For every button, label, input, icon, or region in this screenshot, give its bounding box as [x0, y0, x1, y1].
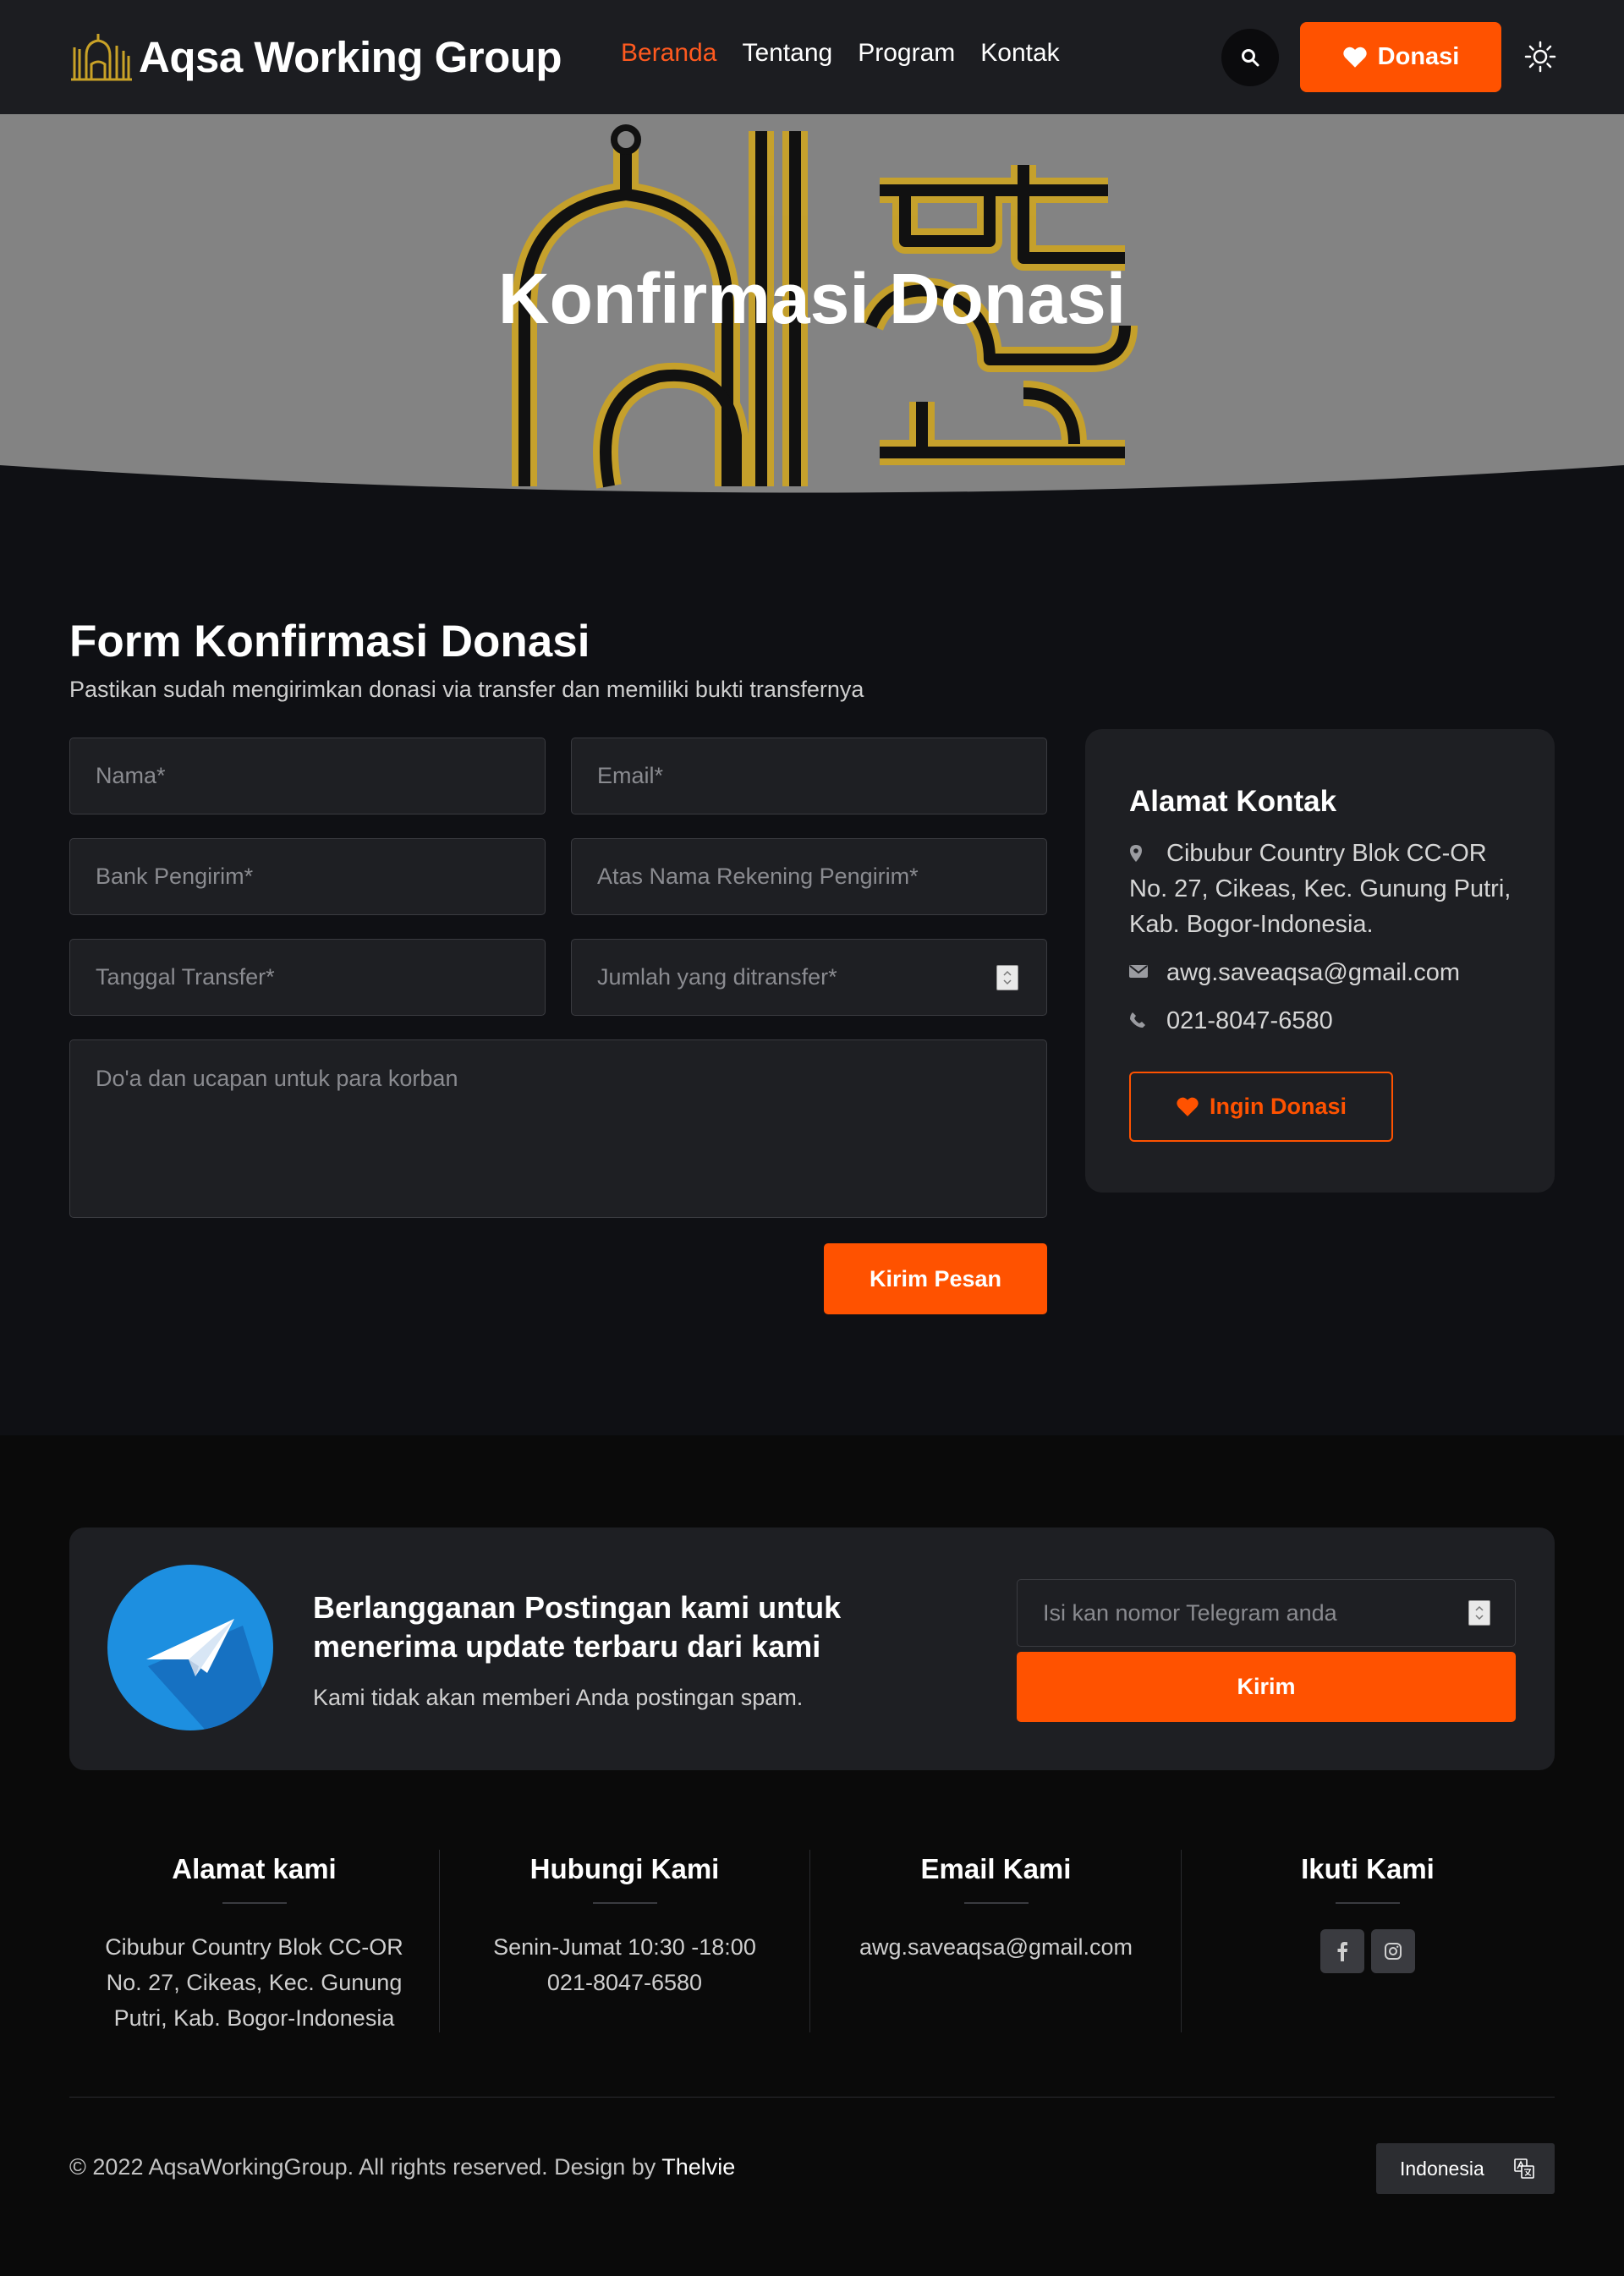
footer-address-line: Cibubur Country Blok CC-OR	[105, 1934, 403, 1960]
sun-icon	[1524, 41, 1556, 73]
footer-divider	[69, 2097, 1555, 2098]
email-field[interactable]	[571, 738, 1047, 814]
instagram-icon	[1385, 1943, 1402, 1960]
footer-phone[interactable]: 021-8047-6580	[440, 1965, 809, 2000]
footer-col-underline	[222, 1902, 287, 1904]
subscribe-box: Berlangganan Postingan kami untuk meneri…	[69, 1527, 1555, 1770]
contact-phone: 021-8047-6580	[1129, 1003, 1333, 1039]
footer-col-underline	[592, 1902, 657, 1904]
nav-item-beranda[interactable]: Beranda	[621, 39, 716, 68]
contact-email-text[interactable]: awg.saveaqsa@gmail.com	[1166, 955, 1460, 990]
footer-col-title: Email Kami	[920, 1853, 1072, 1884]
sender-bank-field[interactable]	[69, 838, 546, 915]
brand[interactable]: Aqsa Working Group	[69, 27, 562, 86]
send-message-button[interactable]: Kirim Pesan	[824, 1243, 1047, 1314]
footer-col-underline	[963, 1902, 1029, 1904]
subscribe-title: Berlangganan Postingan kami untuk meneri…	[313, 1590, 842, 1664]
amount-stepper[interactable]	[996, 965, 1018, 990]
footer-col-contact: Hubungi Kami Senin-Jumat 10:30 -18:00 02…	[440, 1850, 810, 2032]
envelope-icon	[1129, 965, 1148, 978]
contact-address-text: Cibubur Country Blok CC-OR No. 27, Cikea…	[1129, 840, 1512, 938]
paper-plane-icon	[146, 1619, 273, 1730]
search-button[interactable]	[1221, 29, 1279, 86]
name-field[interactable]	[69, 738, 546, 814]
telegram-badge	[107, 1565, 273, 1730]
footer: Berlangganan Postingan kami untuk meneri…	[0, 1435, 1624, 2276]
contact-phone-text[interactable]: 021-8047-6580	[1166, 1003, 1333, 1039]
want-donate-label: Ingin Donasi	[1210, 1094, 1347, 1119]
footer-email[interactable]: awg.saveaqsa@gmail.com	[811, 1929, 1181, 1965]
footer-address-line: No. 27, Cikeas, Kec. Gunung	[106, 1970, 403, 1995]
donate-button[interactable]: Donasi	[1300, 22, 1501, 92]
footer-col-address: Alamat kami Cibubur Country Blok CC-OR N…	[69, 1850, 440, 2032]
contact-title: Alamat Kontak	[1129, 785, 1337, 818]
translate-icon	[1514, 2158, 1534, 2179]
subscribe-text: Kami tidak akan memberi Anda postingan s…	[313, 1685, 804, 1710]
page-title: Konfirmasi Donasi	[497, 259, 1127, 338]
transfer-date-field[interactable]	[69, 939, 546, 1016]
footer-address-line: Putri, Kab. Bogor-Indonesia	[113, 2005, 395, 2031]
footer-col-title: Hubungi Kami	[529, 1853, 720, 1884]
contact-email: awg.saveaqsa@gmail.com	[1129, 955, 1460, 990]
copyright-text: © 2022 AqsaWorkingGroup. All rights rese…	[69, 2154, 656, 2180]
telegram-number-input[interactable]	[1017, 1579, 1516, 1647]
telegram-stepper[interactable]	[1468, 1600, 1490, 1626]
nav-item-tentang[interactable]: Tentang	[742, 39, 832, 68]
heart-icon	[1177, 1097, 1199, 1116]
footer-col-social: Ikuti Kami	[1182, 1850, 1553, 2032]
hero-curve-divider	[0, 465, 1624, 503]
phone-icon	[1130, 1012, 1145, 1028]
main-nav: Beranda Tentang Program Kontak	[621, 39, 1060, 68]
language-selector[interactable]: Indonesia	[1376, 2143, 1555, 2194]
stepper-arrows-icon	[1003, 970, 1012, 985]
mosque-logo-icon	[71, 34, 132, 81]
contact-card: Alamat Kontak Cibubur Country Blok CC-OR…	[1085, 729, 1555, 1193]
search-icon	[1242, 49, 1259, 67]
navbar: Aqsa Working Group Beranda Tentang Progr…	[0, 0, 1624, 114]
form-title: Form Konfirmasi Donasi	[69, 617, 590, 666]
footer-col-title: Alamat kami	[172, 1853, 337, 1884]
want-donate-button[interactable]: Ingin Donasi	[1129, 1072, 1393, 1142]
facebook-icon	[1337, 1942, 1347, 1961]
donate-button-label: Donasi	[1377, 43, 1460, 70]
footer-col-email: Email Kami awg.saveaqsa@gmail.com	[811, 1850, 1182, 2032]
transfer-amount-field[interactable]	[571, 939, 1047, 1016]
language-label: Indonesia	[1400, 2157, 1484, 2180]
nav-item-program[interactable]: Program	[858, 39, 955, 68]
footer-col-title: Ikuti Kami	[1301, 1853, 1435, 1884]
social-links	[1182, 1929, 1553, 1973]
contact-address: Cibubur Country Blok CC-OR No. 27, Cikea…	[1129, 836, 1527, 942]
hero-banner: Konfirmasi Donasi	[0, 114, 1624, 495]
designer-link[interactable]: Thelvie	[661, 2154, 735, 2180]
heart-icon	[1342, 47, 1367, 68]
subscribe-submit-button[interactable]: Kirim	[1017, 1652, 1516, 1722]
brand-name: Aqsa Working Group	[139, 32, 562, 81]
copyright: © 2022 AqsaWorkingGroup. All rights rese…	[69, 2154, 735, 2180]
nav-item-kontak[interactable]: Kontak	[980, 39, 1059, 68]
footer-col-underline	[1336, 1902, 1400, 1904]
form-subtitle: Pastikan sudah mengirimkan donasi via tr…	[69, 677, 864, 702]
stepper-arrows-icon	[1475, 1605, 1484, 1621]
theme-toggle[interactable]	[1522, 39, 1558, 74]
instagram-link[interactable]	[1371, 1929, 1415, 1973]
account-name-field[interactable]	[571, 838, 1047, 915]
prayer-message-field[interactable]	[69, 1039, 1047, 1218]
footer-hours: Senin-Jumat 10:30 -18:00	[493, 1934, 756, 1960]
facebook-link[interactable]	[1320, 1929, 1364, 1973]
